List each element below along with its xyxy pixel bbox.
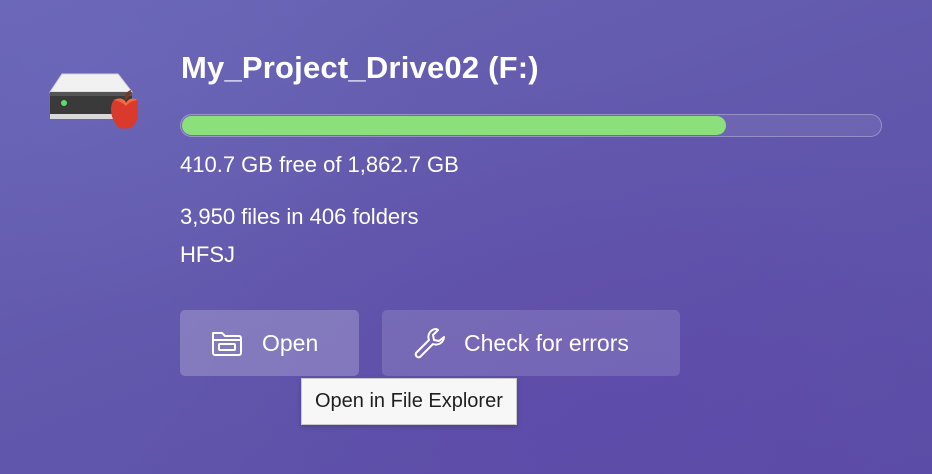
hard-drive-mac-icon xyxy=(49,73,138,129)
open-button-label: Open xyxy=(262,329,319,356)
folder-open-icon xyxy=(212,332,242,356)
file-count-text: 3,950 files in 406 folders xyxy=(180,204,419,229)
free-space-text: 410.7 GB free of 1,862.7 GB xyxy=(180,152,459,177)
file-system-text: HFSJ xyxy=(180,242,235,267)
drive-title: My_Project_Drive02 (F:) xyxy=(181,50,539,85)
storage-usage-bar xyxy=(180,114,882,137)
open-button[interactable]: Open xyxy=(180,310,359,376)
wrench-icon xyxy=(414,328,445,359)
open-tooltip: Open in File Explorer xyxy=(301,378,517,425)
storage-usage-fill xyxy=(182,116,726,135)
check-for-errors-label: Check for errors xyxy=(464,329,629,356)
check-for-errors-button[interactable]: Check for errors xyxy=(382,310,680,376)
